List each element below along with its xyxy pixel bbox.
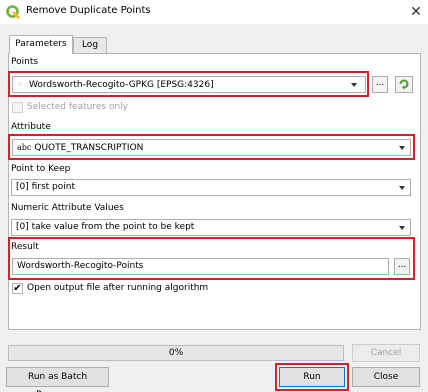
point-to-keep-dropdown-icon [399,186,405,190]
run-highlight [275,363,349,391]
open-output-checkbox[interactable]: ✔ [12,283,23,294]
run-batch-button[interactable]: Run as Batch Process... [6,367,109,392]
progress-bar: 0% [8,345,344,361]
attribute-label: Attribute [11,122,51,132]
tab-parameters[interactable]: Parameters [9,35,73,54]
iterate-icon [399,79,409,90]
points-label: Points [11,57,39,67]
numeric-values-value: [0] take value from the point to be kept [16,222,195,232]
points-highlight [8,71,369,97]
open-output-label: Open output file after running algorithm [27,283,209,293]
numeric-values-dropdown-icon [399,226,405,230]
numeric-values-combo[interactable]: [0] take value from the point to be kept [11,219,411,236]
selected-only-label: Selected features only [27,102,128,112]
progress-text: 0% [168,348,184,358]
qgis-logo-icon [6,5,20,19]
point-to-keep-combo[interactable]: [0] first point [11,179,411,196]
attribute-highlight [8,134,415,160]
numeric-values-label: Numeric Attribute Values [11,203,124,213]
point-to-keep-value: [0] first point [16,182,76,192]
window-title: Remove Duplicate Points [26,5,151,16]
close-icon[interactable]: ✕ [406,2,426,22]
tab-log[interactable]: Log [73,37,107,53]
points-more-button[interactable]: ... [372,76,388,93]
result-highlight [8,237,415,280]
point-to-keep-label: Point to Keep [11,164,71,174]
cancel-button[interactable]: Cancel [352,344,420,362]
iterate-button[interactable] [395,76,413,93]
check-icon: ✔ [13,283,22,294]
close-button[interactable]: Close [352,367,420,387]
selected-only-checkbox[interactable] [12,102,23,113]
